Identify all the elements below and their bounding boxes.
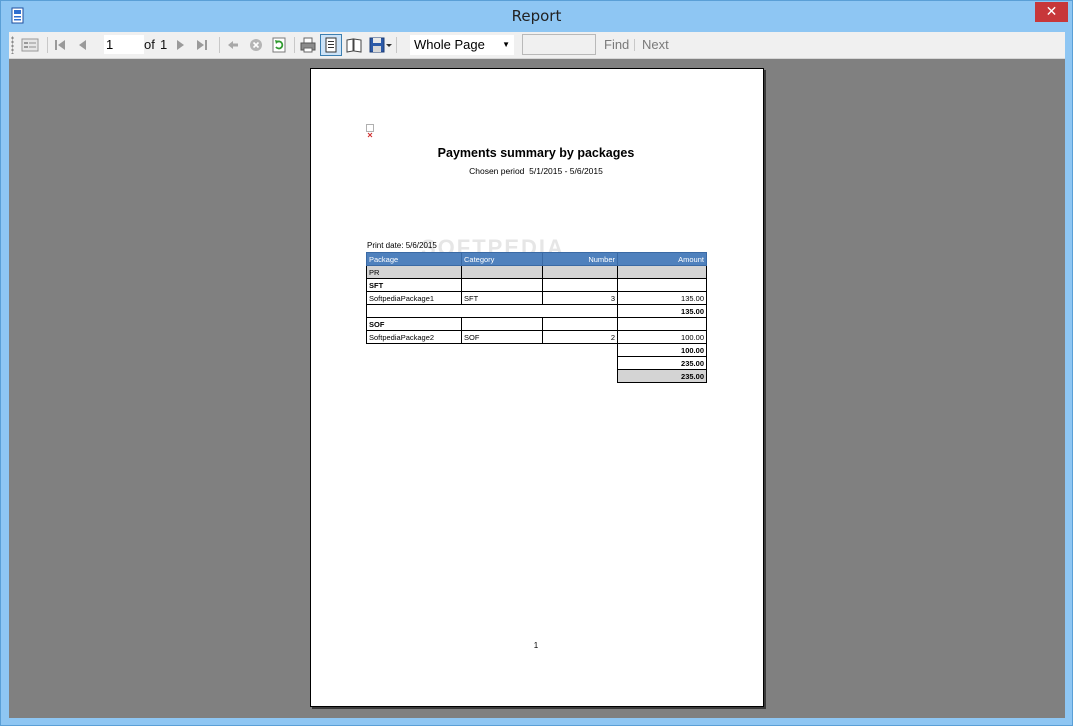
table-cell: SOF xyxy=(366,317,462,331)
table-cell xyxy=(542,317,618,331)
table-cell: PR xyxy=(366,265,462,279)
table-cell xyxy=(461,265,543,279)
table-cell: 2 xyxy=(542,330,618,344)
report-toolbar: of 1 xyxy=(9,32,1065,59)
table-row: SoftpediaPackage2 SOF 2 100.00 xyxy=(366,330,707,344)
period-label: Chosen period xyxy=(469,166,525,176)
table-cell xyxy=(617,317,707,331)
table-cell: 235.00 xyxy=(617,356,707,370)
table-cell: SFT xyxy=(461,291,543,305)
report-window: Report ✕ of 1 xyxy=(0,0,1073,726)
page-of-label: of xyxy=(144,37,155,52)
payments-table: Package Category Number Amount PR SFT So… xyxy=(366,252,707,383)
table-row: 100.00 xyxy=(367,343,707,357)
window-title: Report xyxy=(511,7,562,25)
close-button[interactable]: ✕ xyxy=(1035,2,1068,22)
page-total: 1 xyxy=(160,37,168,52)
chevron-down-icon: ▼ xyxy=(502,40,510,49)
table-cell xyxy=(367,370,618,383)
table-cell xyxy=(542,278,618,292)
table-cell xyxy=(542,265,618,279)
save-icon[interactable] xyxy=(368,35,386,55)
column-header: Category xyxy=(461,252,543,266)
table-cell xyxy=(461,278,543,292)
toolbar-grip[interactable] xyxy=(11,36,14,54)
refresh-icon[interactable] xyxy=(271,35,287,55)
last-page-icon[interactable] xyxy=(195,35,209,55)
toolbar-separator xyxy=(396,37,397,53)
table-row: 235.00 xyxy=(367,356,707,370)
print-layout-icon[interactable] xyxy=(320,34,342,56)
broken-image-icon xyxy=(366,124,374,138)
table-cell xyxy=(461,317,543,331)
table-header-row: Package Category Number Amount xyxy=(366,252,707,266)
table-cell: 135.00 xyxy=(617,291,707,305)
report-period: Chosen period 5/1/2015 - 5/6/2015 xyxy=(311,166,761,176)
period-value: 5/1/2015 - 5/6/2015 xyxy=(529,166,603,176)
page-setup-icon[interactable] xyxy=(345,35,363,55)
toolbar-separator xyxy=(47,37,48,53)
column-header: Number xyxy=(542,252,618,266)
column-header: Package xyxy=(366,252,462,266)
table-row: 135.00 xyxy=(366,304,707,318)
table-row: SOF xyxy=(366,317,707,331)
table-cell: SFT xyxy=(366,278,462,292)
report-page: Payments summary by packages Chosen peri… xyxy=(310,68,764,707)
table-cell: SoftpediaPackage1 xyxy=(366,291,462,305)
find-link[interactable]: Find xyxy=(604,37,629,52)
table-cell: 135.00 xyxy=(617,304,707,318)
back-icon[interactable] xyxy=(226,35,240,55)
current-page-input[interactable] xyxy=(104,35,144,54)
table-cell: 3 xyxy=(542,291,618,305)
title-bar: Report ✕ xyxy=(1,1,1072,31)
previous-page-icon[interactable] xyxy=(77,35,89,55)
table-cell: SoftpediaPackage2 xyxy=(366,330,462,344)
table-cell xyxy=(617,265,707,279)
toolbar-separator xyxy=(634,39,635,51)
table-cell xyxy=(617,278,707,292)
next-page-icon[interactable] xyxy=(174,35,186,55)
print-date: Print date: 5/6/2015 xyxy=(367,241,437,250)
table-row: 235.00 xyxy=(367,369,707,383)
table-cell: 235.00 xyxy=(617,369,707,383)
parameters-icon[interactable] xyxy=(21,35,39,55)
stop-icon[interactable] xyxy=(248,35,264,55)
table-cell: 100.00 xyxy=(617,343,707,357)
table-row: SoftpediaPackage1 SFT 3 135.00 xyxy=(366,291,707,305)
dropdown-arrow-icon[interactable] xyxy=(385,35,393,55)
table-cell: 100.00 xyxy=(617,330,707,344)
table-cell xyxy=(367,344,618,357)
report-viewer-area[interactable]: Payments summary by packages Chosen peri… xyxy=(9,59,1065,718)
find-text-input[interactable] xyxy=(522,34,596,55)
next-link[interactable]: Next xyxy=(642,37,669,52)
table-row: PR xyxy=(366,265,707,279)
column-header: Amount xyxy=(617,252,707,266)
zoom-select[interactable]: Whole Page ▼ xyxy=(410,35,514,55)
table-cell xyxy=(366,304,618,318)
toolbar-separator xyxy=(219,37,220,53)
print-icon[interactable] xyxy=(299,35,317,55)
table-row: SFT xyxy=(366,278,707,292)
report-title: Payments summary by packages xyxy=(437,146,635,160)
page-number: 1 xyxy=(533,641,539,650)
table-cell xyxy=(367,357,618,370)
first-page-icon[interactable] xyxy=(53,35,67,55)
zoom-value: Whole Page xyxy=(414,37,485,52)
toolbar-separator xyxy=(294,37,295,53)
table-cell: SOF xyxy=(461,330,543,344)
